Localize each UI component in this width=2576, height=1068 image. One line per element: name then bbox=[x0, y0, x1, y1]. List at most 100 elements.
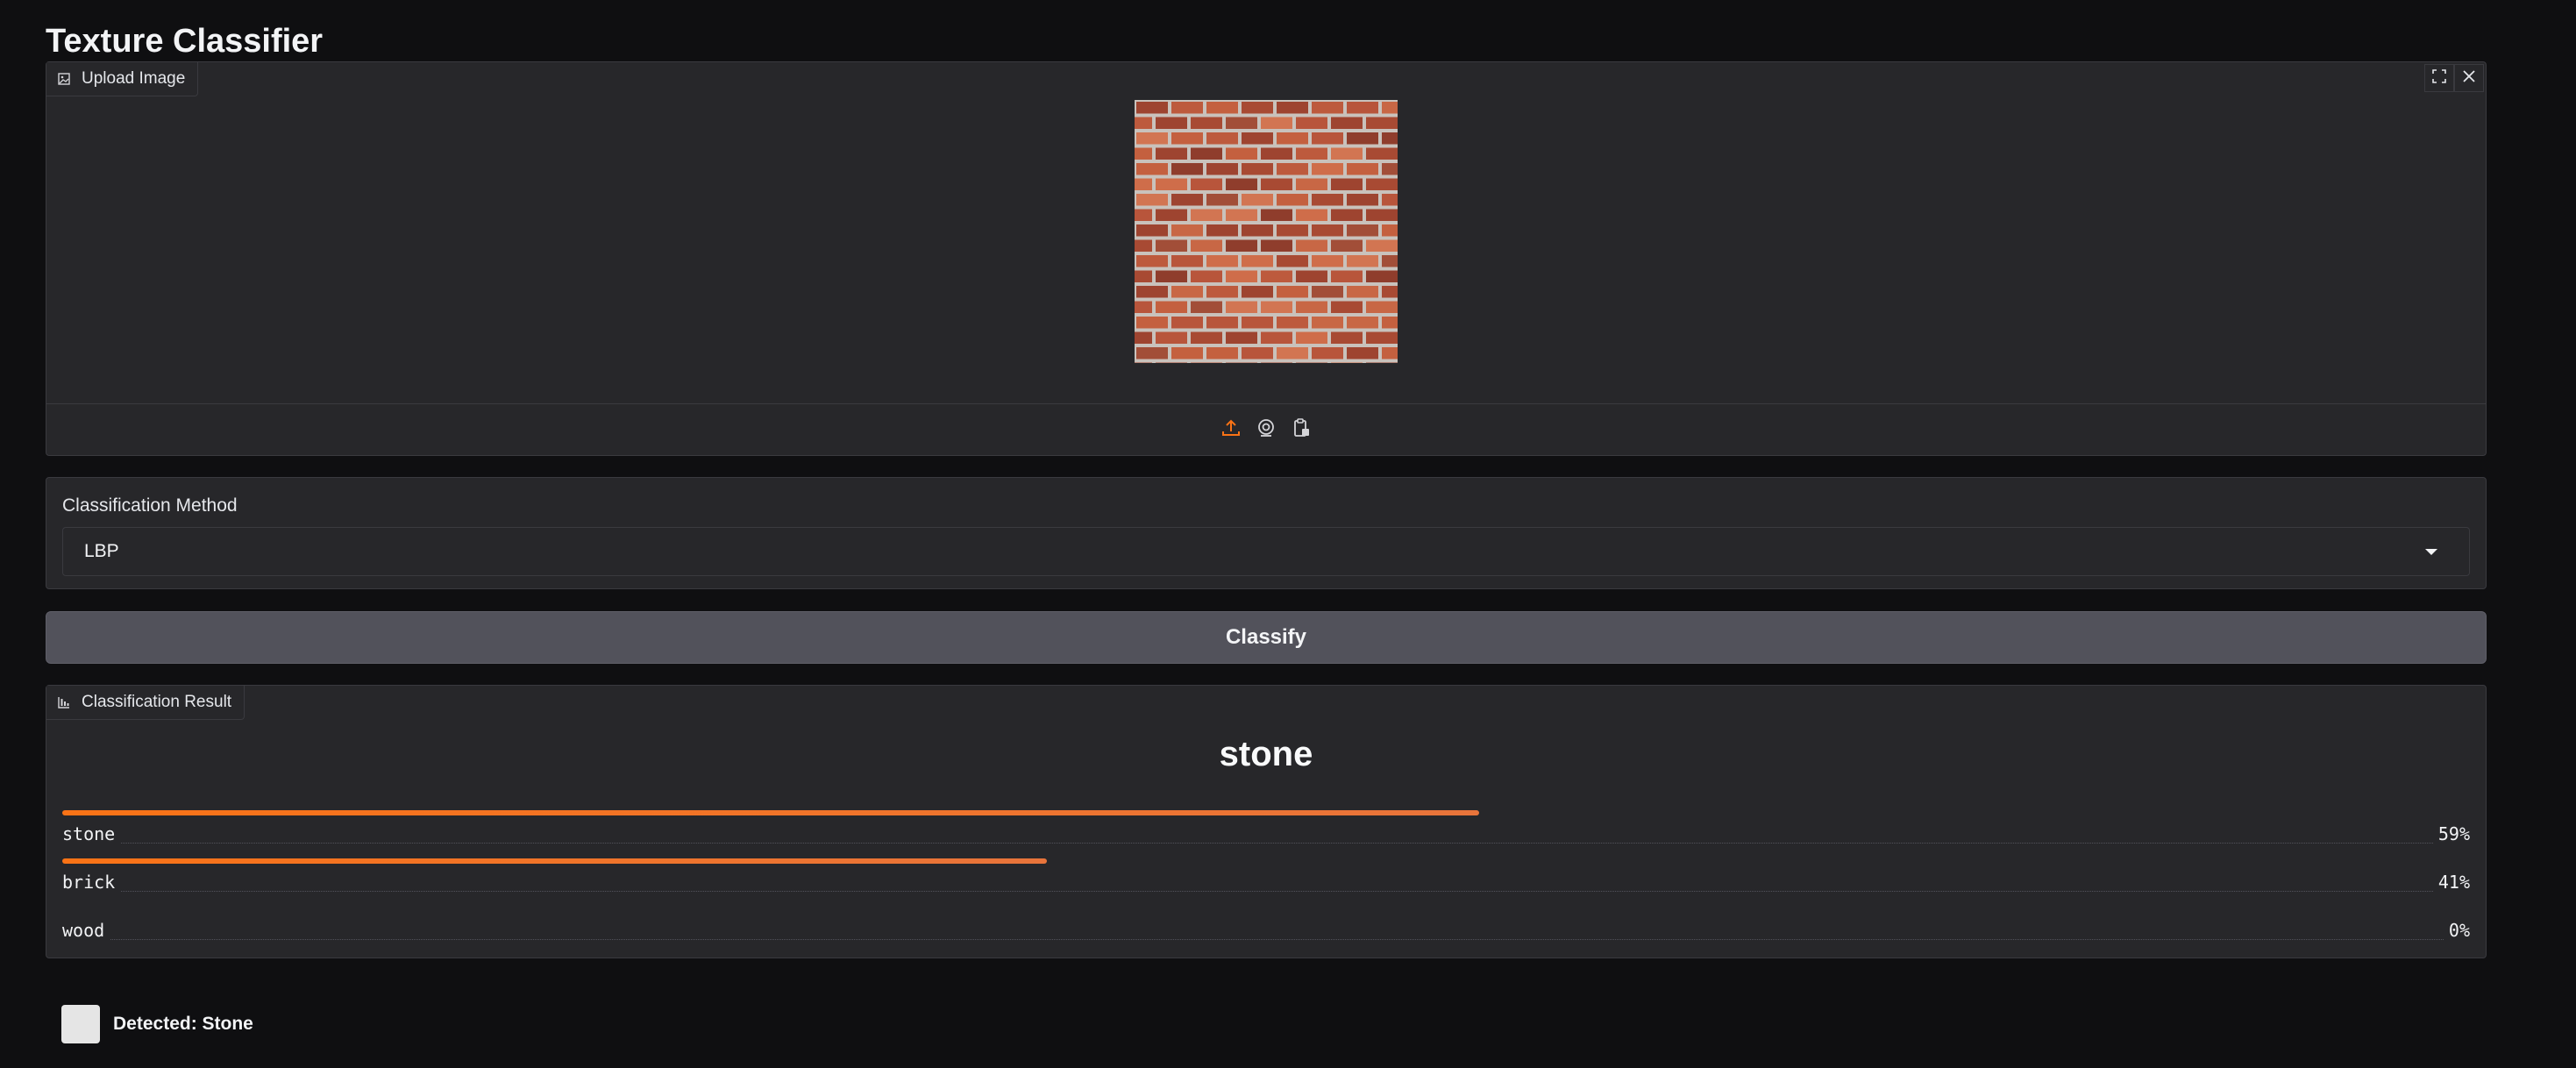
confidence-row-wood[interactable]: wood 0% bbox=[62, 907, 2470, 956]
brick bbox=[1135, 301, 1152, 313]
brick bbox=[1277, 163, 1308, 175]
classification-method-panel: Classification Method LBP bbox=[46, 477, 2487, 589]
brick bbox=[1242, 317, 1273, 329]
brick bbox=[1171, 132, 1203, 145]
brick bbox=[1277, 194, 1308, 206]
brick bbox=[1382, 102, 1398, 114]
brick bbox=[1261, 331, 1292, 344]
brick bbox=[1366, 301, 1398, 313]
fullscreen-icon bbox=[2431, 68, 2447, 89]
brick bbox=[1296, 239, 1327, 252]
image-source-selector bbox=[46, 417, 2486, 442]
brick bbox=[1226, 301, 1257, 313]
webcam-source-button[interactable] bbox=[1255, 417, 1277, 442]
brick bbox=[1242, 347, 1273, 360]
clear-image-button[interactable] bbox=[2454, 64, 2484, 92]
brick bbox=[1277, 286, 1308, 298]
brick bbox=[1366, 147, 1398, 160]
brick bbox=[1242, 163, 1273, 175]
brick bbox=[1366, 117, 1398, 129]
brick bbox=[1347, 194, 1378, 206]
confidence-label: brick bbox=[62, 872, 121, 893]
brick bbox=[1261, 301, 1292, 313]
brick bbox=[1331, 301, 1363, 313]
brick bbox=[1171, 102, 1203, 114]
brick bbox=[1296, 117, 1327, 129]
detected-text: Detected: Stone bbox=[113, 1014, 253, 1034]
brick bbox=[1191, 239, 1222, 252]
brick bbox=[1382, 224, 1398, 237]
brick bbox=[1136, 286, 1168, 298]
brick bbox=[1296, 270, 1327, 282]
upload-image-panel[interactable]: Upload Image bbox=[46, 61, 2487, 456]
brick bbox=[1136, 194, 1168, 206]
brick bbox=[1277, 317, 1308, 329]
confidence-dots bbox=[62, 891, 2470, 892]
brick bbox=[1296, 362, 1327, 363]
detected-swatch bbox=[61, 1005, 100, 1043]
brick bbox=[1312, 194, 1343, 206]
brick bbox=[1136, 255, 1168, 267]
brick bbox=[1135, 331, 1152, 344]
brick bbox=[1171, 194, 1203, 206]
brick bbox=[1312, 255, 1343, 267]
brick bbox=[1242, 132, 1273, 145]
brick bbox=[1312, 286, 1343, 298]
brick bbox=[1171, 255, 1203, 267]
classification-method-value: LBP bbox=[84, 541, 119, 561]
confidence-row-brick[interactable]: brick 41% bbox=[62, 858, 2470, 908]
upload-icon bbox=[1220, 417, 1242, 443]
brick bbox=[1277, 255, 1308, 267]
clipboard-source-button[interactable] bbox=[1290, 417, 1313, 442]
brick bbox=[1171, 286, 1203, 298]
classification-result-tag: Classification Result bbox=[46, 686, 246, 720]
brick bbox=[1331, 117, 1363, 129]
webcam-icon bbox=[1256, 417, 1277, 443]
brick bbox=[1366, 331, 1398, 344]
brick bbox=[1331, 209, 1363, 221]
brick bbox=[1226, 270, 1257, 282]
brick bbox=[1136, 102, 1168, 114]
brick bbox=[1277, 132, 1308, 145]
brick bbox=[1366, 239, 1398, 252]
brick bbox=[1156, 178, 1187, 190]
brick bbox=[1226, 362, 1257, 363]
brick bbox=[1261, 117, 1292, 129]
brick bbox=[1366, 362, 1398, 363]
brick bbox=[1206, 286, 1238, 298]
brick bbox=[1136, 347, 1168, 360]
confidence-row-stone[interactable]: stone 59% bbox=[62, 810, 2470, 859]
brick bbox=[1135, 362, 1152, 363]
brick bbox=[1261, 362, 1292, 363]
brick bbox=[1347, 255, 1378, 267]
classification-method-dropdown[interactable]: LBP bbox=[62, 527, 2470, 576]
brick bbox=[1296, 147, 1327, 160]
confidence-bar bbox=[62, 810, 1479, 815]
classification-result-label: Classification Result bbox=[82, 693, 232, 711]
upload-source-button[interactable] bbox=[1220, 417, 1242, 442]
brick bbox=[1366, 270, 1398, 282]
fullscreen-button[interactable] bbox=[2424, 64, 2454, 92]
brick bbox=[1156, 239, 1187, 252]
brick bbox=[1331, 147, 1363, 160]
brick bbox=[1191, 301, 1222, 313]
brick bbox=[1136, 317, 1168, 329]
brick bbox=[1331, 239, 1363, 252]
brick bbox=[1261, 147, 1292, 160]
dropdown-caret-icon bbox=[2425, 549, 2437, 555]
brick bbox=[1331, 178, 1363, 190]
brick bbox=[1261, 178, 1292, 190]
brick bbox=[1136, 224, 1168, 237]
upload-image-label: Upload Image bbox=[82, 69, 186, 88]
confidence-dots bbox=[62, 939, 2470, 940]
confidence-dots bbox=[62, 843, 2470, 844]
brick bbox=[1135, 117, 1152, 129]
classify-button[interactable]: Classify bbox=[46, 611, 2487, 664]
brick bbox=[1191, 178, 1222, 190]
uploaded-image bbox=[1135, 100, 1398, 363]
brick bbox=[1171, 163, 1203, 175]
brick bbox=[1347, 163, 1378, 175]
page-title: Texture Classifier bbox=[46, 23, 324, 61]
brick bbox=[1156, 117, 1187, 129]
brick bbox=[1331, 362, 1363, 363]
